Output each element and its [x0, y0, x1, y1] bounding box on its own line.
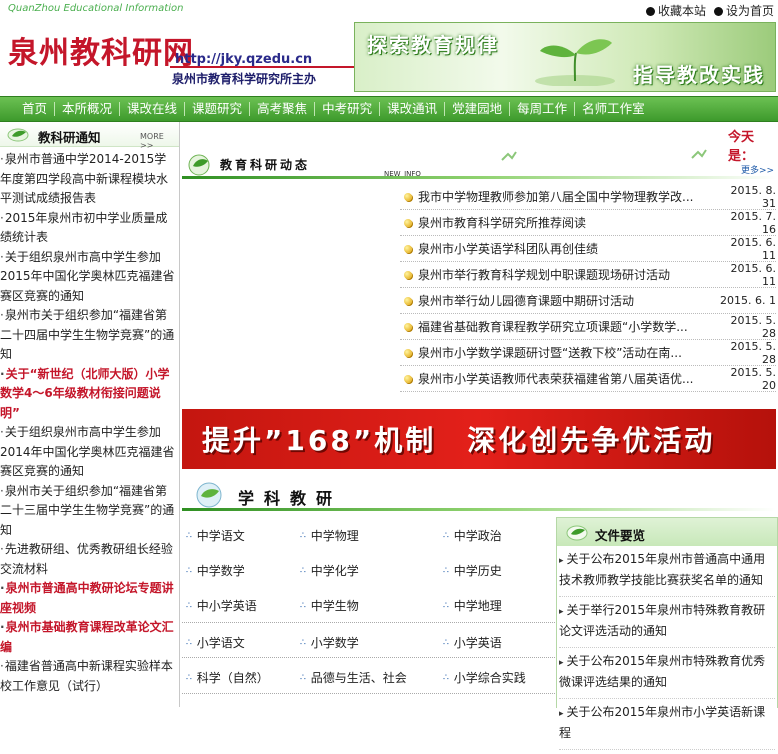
documents-panel: 文件要览 关于公布2015年泉州市普通高中通用技术教师教学技能比赛获奖名单的通知… — [556, 517, 778, 750]
bullet-icon — [645, 7, 655, 16]
subjects-divider — [182, 508, 776, 511]
nav-item-newsletter[interactable]: 课改通讯 — [380, 102, 446, 116]
banner-slogan-right: 指导教改实践 — [633, 63, 765, 87]
nav-item-reform-online[interactable]: 课改在线 — [120, 102, 186, 116]
nav-item-home[interactable]: 首页 — [0, 102, 56, 116]
list-item[interactable]: 福建省基础教育课程教学研究立项课题“小学数学... 2015. 5. 28 — [400, 314, 776, 340]
globe-icon — [196, 482, 222, 508]
nav-item-about[interactable]: 本所概况 — [55, 102, 121, 116]
bullet-icon — [404, 296, 412, 305]
site-english-name: QuanZhou Educational Information — [8, 3, 184, 14]
nav-item-zhongkao[interactable]: 中考研究 — [315, 102, 381, 116]
notice-item[interactable]: 泉州市基础教育课程改革论文汇编 — [0, 618, 177, 657]
dynamics-more-link[interactable]: 更多>> — [741, 163, 774, 176]
notice-header: 教科研通知 MORE >> — [0, 122, 179, 150]
subject-link[interactable]: 中学地理 — [443, 597, 502, 614]
subject-divider — [182, 657, 555, 659]
top-bar: QuanZhou Educational Information 收藏本站 设为… — [0, 0, 778, 20]
document-item[interactable]: 关于公布2015年泉州市普通高中通用技术教师教学技能比赛获奖名单的通知 — [559, 550, 775, 597]
site-url: http://jky.qzedu.cn — [175, 52, 313, 67]
subject-link[interactable]: 中小学英语 — [186, 597, 257, 614]
bookmark-link[interactable]: 收藏本站 — [645, 2, 706, 19]
subject-link[interactable]: 科学（自然） — [186, 669, 269, 686]
notice-list: 泉州市普通中学2014-2015学年度第四学段高中新课程模块水平测试成绩报告表 … — [0, 150, 177, 696]
sprout-icon — [535, 39, 615, 86]
leaf-icon — [7, 128, 29, 142]
header-banner: 探索教育规律 指导教改实践 — [354, 22, 776, 92]
document-item[interactable]: 关于公布2015年泉州市特殊教育优秀微课评选结果的通知 — [559, 652, 775, 699]
notice-item[interactable]: 关于组织泉州市高中学生参加2014年中国化学奥林匹克福建省赛区竞赛的通知 — [0, 423, 177, 482]
notice-item[interactable]: 泉州市关于组织参加“福建省第二十三届中学生生物学竞赛”的通知 — [0, 482, 177, 541]
documents-title: 文件要览 — [595, 528, 646, 543]
subject-link[interactable]: 小学英语 — [443, 634, 502, 651]
list-item[interactable]: 泉州市举行教育科学规划中职课题现场研讨活动 2015. 6. 11 — [400, 262, 776, 288]
subject-link[interactable]: 中学语文 — [186, 527, 245, 544]
bullet-icon — [713, 7, 723, 16]
bullet-icon — [404, 192, 412, 201]
notice-item[interactable]: 福建省普通高中新课程实验样本校工作意见（试行） — [0, 657, 177, 696]
documents-header: 文件要览 — [557, 518, 777, 546]
top-links: 收藏本站 设为首页 — [645, 2, 774, 19]
list-item[interactable]: 泉州市小学数学课题研讨暨“送教下校”活动在南... 2015. 5. 28 — [400, 340, 776, 366]
subject-link[interactable]: 小学综合实践 — [443, 669, 526, 686]
notice-item[interactable]: 关于组织泉州市高中学生参加2015年中国化学奥林匹克福建省赛区竞赛的通知 — [0, 248, 177, 307]
site-sponsor: 泉州市教育科学研究所主办 — [172, 72, 317, 86]
subject-divider — [182, 622, 555, 624]
bullet-icon — [404, 322, 412, 331]
nav-item-party[interactable]: 党建园地 — [445, 102, 511, 116]
notice-item[interactable]: 2015年泉州市初中学业质量成绩统计表 — [0, 209, 177, 248]
notice-item[interactable]: 关于“新世纪（北师大版）小学数学4～6年级教材衔接问题说明” — [0, 365, 177, 424]
bullet-icon — [404, 218, 412, 227]
campaign-banner[interactable]: 提升”168”机制 深化创先争优活动 — [182, 409, 776, 469]
subjects-title: 学科教研 — [238, 489, 343, 508]
subject-link[interactable]: 品德与生活、社会 — [300, 669, 407, 686]
leaf-globe-icon — [188, 154, 210, 176]
dynamics-list: 我市中学物理教师参加第八届全国中学物理教学改... 2015. 8. 31 泉州市… — [400, 184, 776, 392]
logo-divider — [170, 66, 360, 68]
notice-item[interactable]: 泉州市普通高中教研论坛专题讲座视频 — [0, 579, 177, 618]
document-item[interactable]: 关于举行2015年泉州市特殊教育教研论文评选活动的通知 — [559, 601, 775, 648]
list-item[interactable]: 泉州市教育科学研究所推荐阅读 2015. 7. 16 — [400, 210, 776, 236]
dynamics-divider — [182, 176, 776, 179]
subject-link[interactable]: 中学政治 — [443, 527, 502, 544]
set-homepage-link[interactable]: 设为首页 — [713, 2, 774, 19]
nav-item-research[interactable]: 课题研究 — [185, 102, 251, 116]
subject-link[interactable]: 中学历史 — [443, 562, 502, 579]
list-item[interactable]: 泉州市小学英语教师代表荣获福建省第八届英语优... 2015. 5. 20 — [400, 366, 776, 392]
site-logo[interactable]: 泉州教科研网 — [8, 28, 194, 72]
bullet-icon — [404, 244, 412, 253]
list-item[interactable]: 我市中学物理教师参加第八届全国中学物理教学改... 2015. 8. 31 — [400, 184, 776, 210]
notice-item[interactable]: 先进教研组、优秀教研组长经验交流材料 — [0, 540, 177, 579]
nav-item-master-teacher[interactable]: 名师工作室 — [575, 102, 652, 116]
bullet-icon — [404, 374, 412, 383]
header: 泉州教科研网 http://jky.qzedu.cn 泉州市教育科学研究所主办 … — [0, 20, 778, 95]
leaf-icon — [566, 525, 588, 541]
notice-column: 教科研通知 MORE >> 泉州市普通中学2014-2015学年度第四学段高中新… — [0, 122, 180, 707]
nav-item-gaokao[interactable]: 高考聚焦 — [250, 102, 316, 116]
subject-divider — [182, 693, 555, 695]
banner-slogan-left: 探索教育规律 — [367, 33, 499, 57]
main-nav: 首页 本所概况 课改在线 课题研究 高考聚焦 中考研究 课改通讯 党建园地 每周… — [0, 96, 778, 122]
documents-list: 关于公布2015年泉州市普通高中通用技术教师教学技能比赛获奖名单的通知 关于举行… — [559, 550, 775, 754]
notice-item[interactable]: 泉州市普通中学2014-2015学年度第四学段高中新课程模块水平测试成绩报告表 — [0, 150, 177, 209]
subject-link[interactable]: 中学数学 — [186, 562, 245, 579]
campaign-banner-text: 提升”168”机制 深化创先争优活动 — [202, 424, 716, 457]
subject-link[interactable]: 小学数学 — [300, 634, 359, 651]
notice-more-link[interactable]: MORE >> — [140, 132, 179, 150]
list-item[interactable]: 泉州市举行幼儿园德育课题中期研讨活动 2015. 6. 1 — [400, 288, 776, 314]
dynamics-title: 教育科研动态 — [220, 158, 311, 172]
bullet-icon — [404, 270, 412, 279]
bird-decoration-icon — [501, 149, 707, 161]
subject-link[interactable]: 中学生物 — [300, 597, 359, 614]
subject-link[interactable]: 中学化学 — [300, 562, 359, 579]
list-item[interactable]: 泉州市小学英语学科团队再创佳绩 2015. 6. 11 — [400, 236, 776, 262]
bullet-icon — [404, 348, 412, 357]
document-item[interactable]: 关于公布2015年泉州市小学英语新课程 — [559, 703, 775, 750]
notice-item[interactable]: 泉州市关于组织参加“福建省第二十四届中学生生物学竞赛”的通知 — [0, 306, 177, 365]
subject-link[interactable]: 小学语文 — [186, 634, 245, 651]
nav-item-weekly[interactable]: 每周工作 — [510, 102, 576, 116]
subject-link[interactable]: 中学物理 — [300, 527, 359, 544]
notice-title: 教科研通知 — [38, 130, 101, 145]
